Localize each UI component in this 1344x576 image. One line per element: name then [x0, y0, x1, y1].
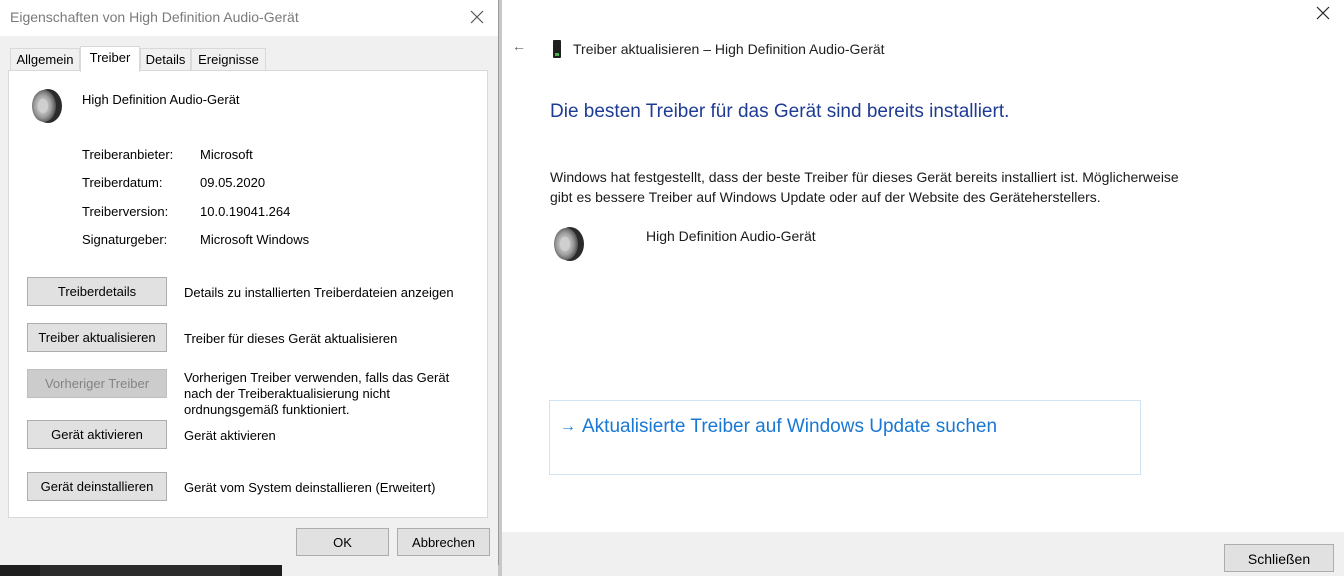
driver-date-label: Treiberdatum: — [82, 175, 163, 190]
signer-label: Signaturgeber: — [82, 232, 168, 247]
driver-provider-value: Microsoft — [200, 147, 253, 162]
driver-version-value: 10.0.19041.264 — [200, 204, 291, 219]
device-name: High Definition Audio-Gerät — [82, 92, 240, 107]
ok-button[interactable]: OK — [296, 528, 389, 556]
uninstall-device-button[interactable]: Gerät deinstallieren — [27, 472, 167, 501]
windows-update-search-link[interactable]: Aktualisierte Treiber auf Windows Update… — [582, 416, 997, 438]
tab-ereignisse[interactable]: Ereignisse — [191, 48, 266, 70]
result-description-line: Windows hat festgestellt, dass der beste… — [550, 169, 1179, 185]
rollback-description-line: nach der Treiberaktualisierung nicht — [184, 386, 390, 401]
device-properties-dialog: Eigenschaften von High Definition Audio-… — [0, 0, 499, 565]
wizard-title: Treiber aktualisieren – High Definition … — [573, 41, 885, 57]
close-icon[interactable] — [1314, 4, 1332, 22]
tab-allgemein[interactable]: Allgemein — [10, 48, 80, 70]
windows-update-search-option[interactable]: → Aktualisierte Treiber auf Windows Upda… — [549, 400, 1141, 475]
driver-date-value: 09.05.2020 — [200, 175, 266, 190]
signer-value: Microsoft Windows — [200, 232, 310, 247]
device-name: High Definition Audio-Gerät — [646, 228, 816, 244]
speaker-icon — [28, 86, 64, 129]
enable-device-description: Gerät aktivieren — [184, 428, 276, 443]
arrow-right-icon: → — [560, 418, 576, 435]
rollback-driver-description: Vorherigen Treiber verwenden, falls das … — [184, 370, 449, 418]
driver-version-label: Treiberversion: — [82, 204, 169, 219]
window-title: Eigenschaften von High Definition Audio-… — [10, 9, 299, 25]
title-bar: Eigenschaften von High Definition Audio-… — [0, 0, 498, 36]
back-arrow-icon[interactable]: ← — [512, 38, 526, 54]
uninstall-device-description: Gerät vom System deinstallieren (Erweite… — [184, 480, 436, 495]
rollback-description-line: ordnungsgemäß funktioniert. — [184, 402, 350, 417]
tab-treiber[interactable]: Treiber — [80, 46, 140, 72]
tab-details[interactable]: Details — [140, 48, 191, 70]
update-driver-button[interactable]: Treiber aktualisieren — [27, 323, 167, 352]
result-description: Windows hat festgestellt, dass der beste… — [550, 167, 1220, 207]
rollback-driver-button[interactable]: Vorheriger Treiber — [27, 369, 167, 398]
result-description-line: gibt es bessere Treiber auf Windows Upda… — [550, 189, 1101, 205]
background-segment — [40, 565, 240, 576]
wizard-footer — [502, 532, 1344, 576]
enable-device-button[interactable]: Gerät aktivieren — [27, 420, 167, 449]
device-icon — [552, 40, 562, 61]
update-driver-wizard: ← Treiber aktualisieren – High Definitio… — [502, 0, 1344, 576]
driver-details-description: Details zu installierten Treiberdateien … — [184, 285, 454, 300]
cancel-button[interactable]: Abbrechen — [397, 528, 490, 556]
close-button[interactable]: Schließen — [1224, 544, 1334, 572]
background-segment — [282, 565, 500, 576]
driver-provider-label: Treiberanbieter: — [82, 147, 174, 162]
update-driver-description: Treiber für dieses Gerät aktualisieren — [184, 331, 398, 346]
taskbar-background — [0, 565, 500, 576]
result-heading: Die besten Treiber für das Gerät sind be… — [550, 101, 1010, 122]
rollback-description-line: Vorherigen Treiber verwenden, falls das … — [184, 370, 450, 385]
driver-details-button[interactable]: Treiberdetails — [27, 277, 167, 306]
close-icon[interactable] — [466, 6, 488, 28]
speaker-icon — [550, 224, 586, 267]
